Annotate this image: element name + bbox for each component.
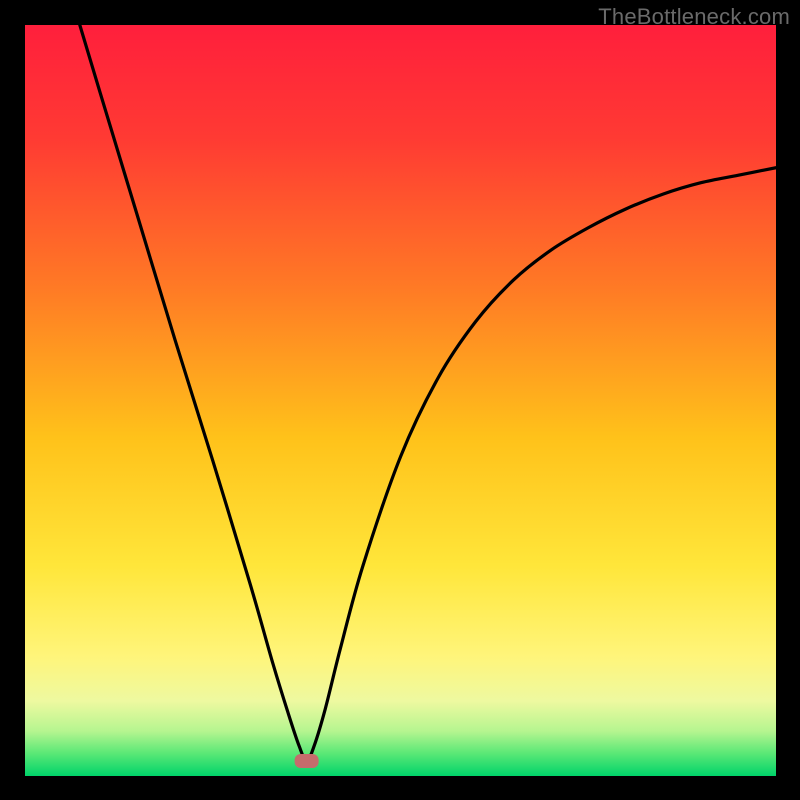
chart-svg [25,25,776,776]
chart-frame: TheBottleneck.com [0,0,800,800]
gradient-background [25,25,776,776]
min-marker [295,754,319,768]
watermark-text: TheBottleneck.com [598,4,790,30]
plot-area [25,25,776,776]
